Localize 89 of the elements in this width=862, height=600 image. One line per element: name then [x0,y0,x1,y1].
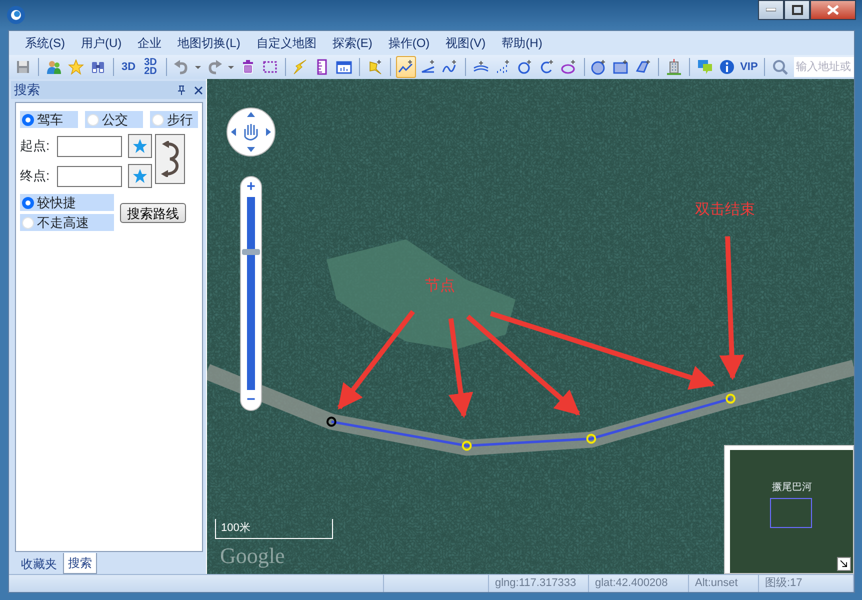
caret-icon [194,66,201,68]
favorite-button[interactable] [128,134,152,158]
toolbar-button[interactable]: 3D 2D [140,56,160,78]
search-icon [772,59,788,75]
toolbar-button[interactable]: VIP [738,56,759,78]
menu-item[interactable]: 自定义地图 [248,34,324,52]
start-label: 起点: [20,137,51,156]
route-option-label: 较快捷 [37,194,76,212]
status-text: glat:42.400208 [589,575,689,592]
polyline-icon [398,59,414,75]
pin-icon[interactable] [177,85,186,95]
radio-button[interactable] [22,196,34,208]
toolbar-button[interactable] [396,56,416,78]
status-text: 图级:17 [759,575,854,592]
viewport-rectangle[interactable] [770,498,812,528]
save-icon [14,59,31,75]
panel-tab[interactable]: 收藏夹 [17,554,61,574]
address-search-field[interactable]: 输入地址或 [794,57,854,77]
route-node [726,394,736,404]
route-node [462,440,472,451]
close-button[interactable] [810,0,856,20]
map-logo: Google [220,542,285,570]
pushpin-icon [367,59,384,75]
favorite-button[interactable] [128,164,152,188]
satellite-map[interactable]: + − 节点 双击结束 100米 Google 撅尾巴河 [206,79,854,574]
ellipse-icon [560,59,577,75]
selection-rectangle-icon [262,59,278,75]
menu-item[interactable]: 操作(O) [380,34,438,52]
angle-line-icon [420,59,436,75]
route-node [586,434,596,444]
menu-item[interactable]: 探索(E) [324,34,380,52]
search-route-button[interactable]: 搜索路线 [120,202,186,222]
start-field[interactable] [57,136,122,156]
route-option-label: 不走高速 [37,214,89,232]
zoom-out-button[interactable]: − [246,392,256,408]
building-icon [666,59,682,75]
travel-mode-label: 驾车 [37,110,63,129]
toolbar-button[interactable]: 3D [118,56,139,78]
star-icon [132,168,148,184]
minimize-button[interactable] [758,0,784,20]
redo-icon [206,59,222,75]
maximize-button[interactable] [784,0,810,20]
travel-mode-label: 公交 [102,110,128,129]
zoom-in-button[interactable]: + [246,179,256,195]
zoom-slider-thumb[interactable] [242,248,260,255]
annotation-label: 节点 [425,276,455,296]
binoculars-icon [90,59,106,75]
star-icon [132,138,148,154]
pan-control[interactable] [226,107,276,157]
scale-label: 100米 [221,521,250,536]
panel-title: 搜索 [14,81,40,100]
menu-item[interactable]: 用户(U) [73,34,130,52]
dotted-line-icon [494,59,511,75]
curve-icon [442,59,458,75]
status-text: Alt:unset [689,575,759,592]
swap-button[interactable] [155,134,185,184]
users-icon [46,59,62,75]
travel-mode-label: 步行 [167,110,193,129]
info-icon [718,59,735,75]
undo-icon [173,59,190,75]
overview-map[interactable]: 撅尾巴河 [730,450,853,573]
menu-item[interactable]: 地图切换(L) [170,34,248,52]
caret-icon [228,66,234,68]
minimize-icon [766,8,776,12]
arc-icon [538,59,555,75]
close-icon [827,5,839,15]
circle-icon [516,59,533,75]
star-icon [68,59,84,75]
panel-tab[interactable]: 搜索 [63,553,97,574]
status-text: glng:117.317333 [489,575,589,592]
chat-icon [697,59,714,75]
radio-button[interactable] [22,114,34,126]
menu-item[interactable]: 企业 [130,34,170,52]
end-field[interactable] [57,166,122,186]
filled-circle-icon [591,59,608,75]
annotation-label: 双击结束 [695,200,755,220]
route-start-node [326,416,336,427]
maximize-icon [792,5,802,15]
end-label: 终点: [20,167,51,186]
filled-rectangle-icon [613,59,630,75]
close-icon[interactable] [194,86,203,94]
menu-item[interactable]: 视图(V) [438,34,494,52]
app-logo-icon [6,5,26,25]
window-icon [336,59,352,75]
lightning-icon [292,59,308,75]
polygon-icon [635,59,652,75]
menu-item[interactable]: 帮助(H) [494,34,550,52]
menu-item[interactable]: 系统(S) [17,34,73,52]
place-label: 撅尾巴河 [772,481,812,495]
